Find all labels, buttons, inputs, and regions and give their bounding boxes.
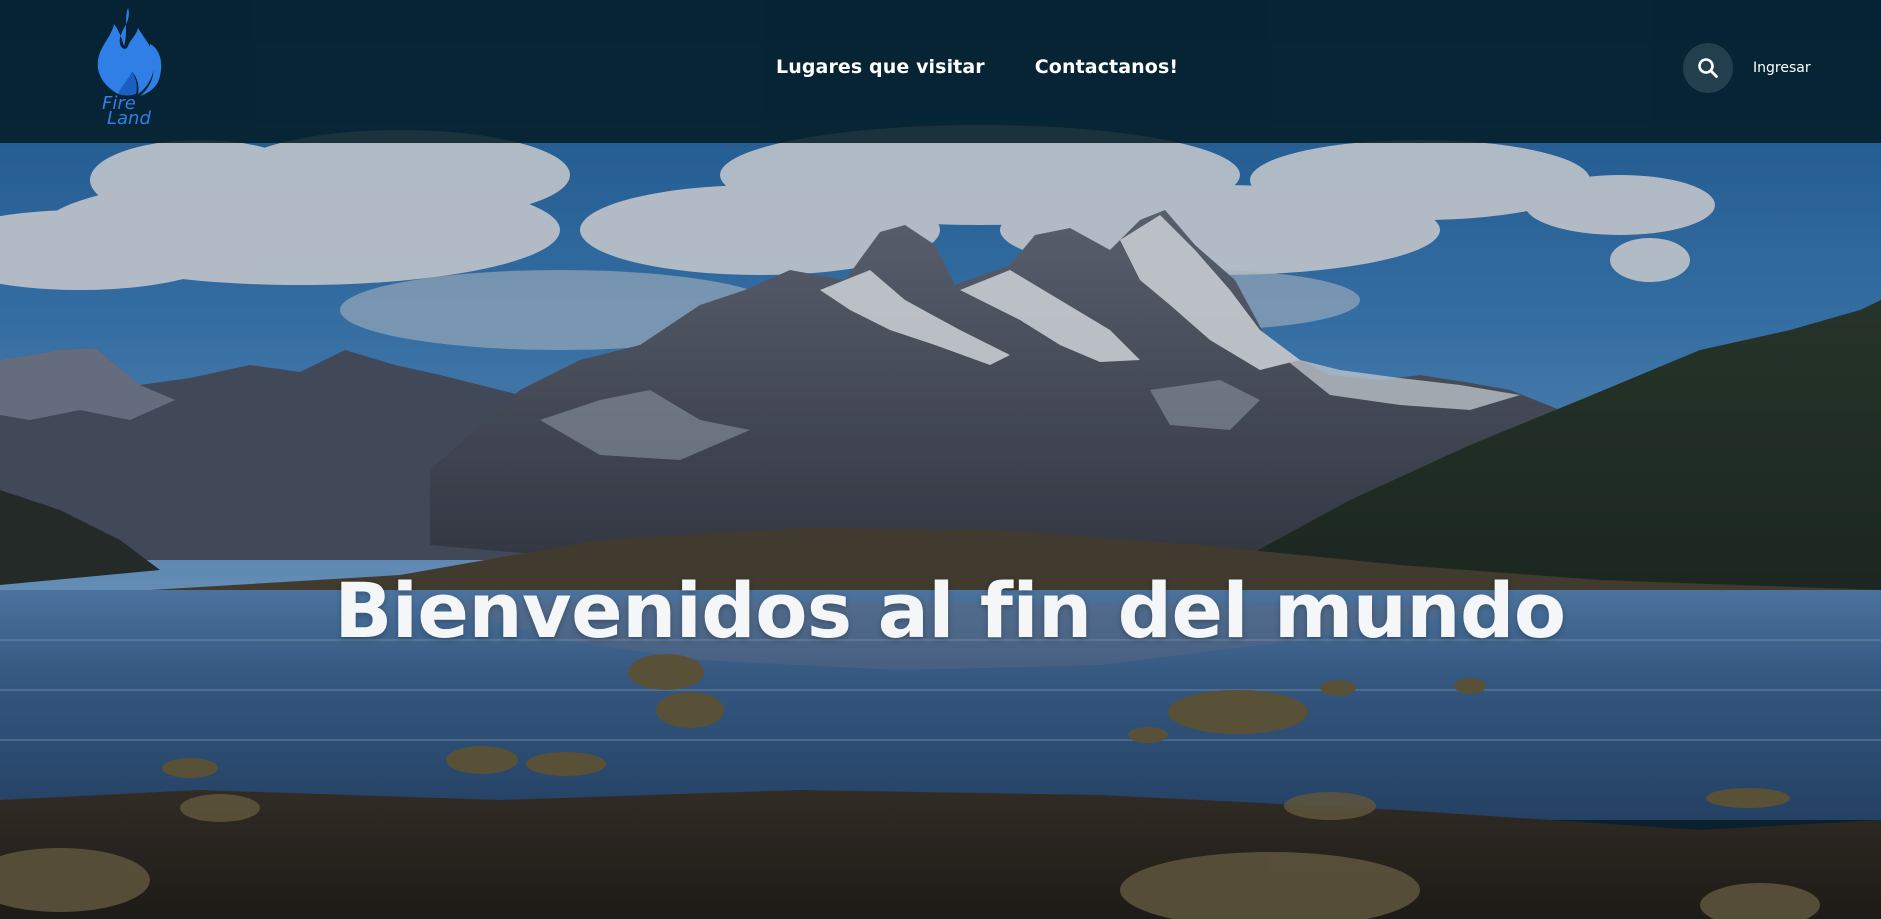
login-link[interactable]: Ingresar [1753,58,1811,78]
logo-text-land: Land [107,108,151,129]
main-nav: Lugares que visitar Contactanos! [776,54,1178,80]
nav-link-places[interactable]: Lugares que visitar [776,54,985,80]
fireland-logo[interactable]: Fire Land [92,6,170,130]
top-navbar: Fire Land Lugares que visitar Contactano… [0,0,1881,143]
search-icon [1698,58,1718,78]
hero-title: Bienvenidos al fin del mundo [334,566,1566,655]
flame-icon [97,8,162,96]
nav-link-contact[interactable]: Contactanos! [1035,54,1178,80]
search-button[interactable] [1683,43,1733,93]
